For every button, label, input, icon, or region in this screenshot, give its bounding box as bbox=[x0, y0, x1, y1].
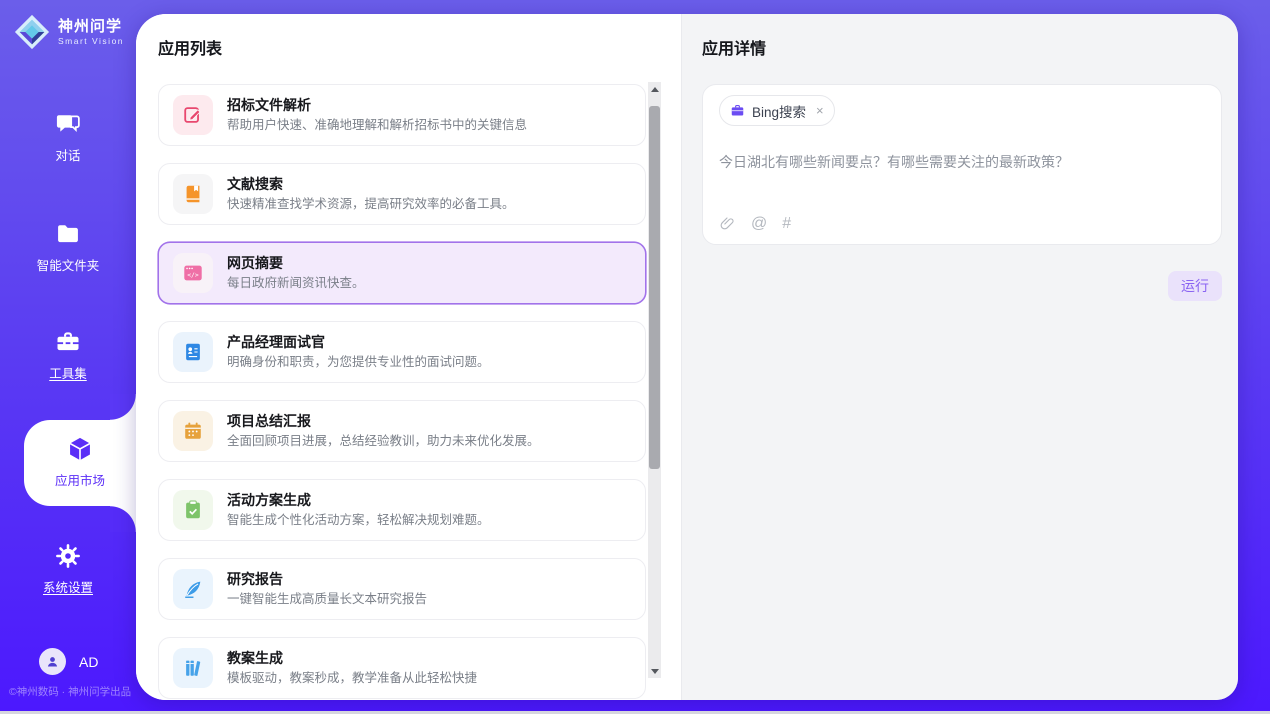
brand-logo: 神州问学 Smart Vision bbox=[13, 13, 124, 51]
input-toolbar: @ # bbox=[719, 215, 791, 232]
app-card-project-summary[interactable]: 项目总结汇报 全面回顾项目进展，总结经验教训，助力未来优化发展。 bbox=[158, 400, 646, 462]
books-icon bbox=[173, 648, 213, 688]
tool-tag-bing-search[interactable]: Bing搜索 × bbox=[719, 95, 835, 126]
brand-tagline: Smart Vision bbox=[58, 36, 124, 46]
sidebar-item-smart-folder[interactable]: 智能文件夹 bbox=[0, 220, 136, 274]
app-list: 招标文件解析 帮助用户快速、准确地理解和解析招标书中的关键信息 文献搜索 bbox=[158, 84, 646, 699]
browser-code-icon: </> bbox=[173, 253, 213, 293]
sidebar-item-label: 智能文件夹 bbox=[0, 255, 136, 274]
sidebar: 神州问学 Smart Vision 对话 智能文件夹 bbox=[0, 0, 136, 711]
app-card-event-plan[interactable]: 活动方案生成 智能生成个性化活动方案，轻松解决规划难题。 bbox=[158, 479, 646, 541]
resume-person-icon bbox=[173, 332, 213, 372]
gear-icon bbox=[54, 542, 82, 570]
sidebar-item-toolset[interactable]: 工具集 bbox=[0, 328, 136, 382]
run-row: 运行 bbox=[702, 271, 1222, 301]
hash-icon[interactable]: # bbox=[782, 215, 791, 232]
app-detail-panel: 应用详情 Bing搜索 × 今日湖北有哪些新闻要点？有哪些需要关注的最新政策？ bbox=[682, 14, 1238, 700]
sidebar-item-label: 对话 bbox=[0, 145, 136, 164]
app-desc: 模板驱动，教案秒成，教学准备从此轻松快捷 bbox=[227, 671, 477, 686]
app-card-research-report[interactable]: 研究报告 一键智能生成高质量长文本研究报告 bbox=[158, 558, 646, 620]
app-name: 招标文件解析 bbox=[227, 97, 527, 114]
tag-close-icon[interactable]: × bbox=[816, 104, 824, 117]
person-icon bbox=[44, 653, 61, 670]
paperclip-icon[interactable] bbox=[719, 215, 736, 232]
copyright-text: ©神州数码 · 神州问学出品 bbox=[9, 684, 139, 699]
app-desc: 一键智能生成高质量长文本研究报告 bbox=[227, 592, 427, 607]
scrollbar-down-button[interactable] bbox=[648, 664, 661, 678]
sidebar-item-app-market[interactable]: 应用市场 bbox=[24, 420, 136, 506]
app-name: 教案生成 bbox=[227, 650, 477, 667]
app-desc: 明确身份和职责，为您提供专业性的面试问题。 bbox=[227, 355, 490, 370]
app-name: 网页摘要 bbox=[227, 255, 365, 272]
app-card-lesson-plan[interactable]: 教案生成 模板驱动，教案秒成，教学准备从此轻松快捷 bbox=[158, 637, 646, 699]
mention-icon[interactable]: @ bbox=[751, 215, 767, 232]
app-card-pm-interviewer[interactable]: 产品经理面试官 明确身份和职责，为您提供专业性的面试问题。 bbox=[158, 321, 646, 383]
cube-icon bbox=[66, 435, 94, 463]
chat-icon bbox=[54, 110, 82, 138]
app-card-bid-analysis[interactable]: 招标文件解析 帮助用户快速、准确地理解和解析招标书中的关键信息 bbox=[158, 84, 646, 146]
toolbox-icon bbox=[54, 328, 82, 356]
scrollbar-up-button[interactable] bbox=[648, 82, 661, 96]
app-desc: 快速精准查找学术资源，提高研究效率的必备工具。 bbox=[227, 197, 515, 212]
svg-text:</>: </> bbox=[187, 271, 199, 279]
scrollbar-thumb[interactable] bbox=[649, 106, 660, 469]
triangle-down-icon bbox=[651, 669, 659, 674]
list-scrollbar[interactable] bbox=[648, 82, 661, 678]
app-card-web-summary-selected[interactable]: </> 网页摘要 每日政府新闻资讯快查。 bbox=[158, 242, 646, 304]
run-button[interactable]: 运行 bbox=[1168, 271, 1222, 301]
app-name: 文献搜索 bbox=[227, 176, 515, 193]
prompt-input-card[interactable]: Bing搜索 × 今日湖北有哪些新闻要点？有哪些需要关注的最新政策？ @ # bbox=[702, 84, 1222, 245]
app-desc: 每日政府新闻资讯快查。 bbox=[227, 276, 365, 291]
book-icon bbox=[173, 174, 213, 214]
app-name: 产品经理面试官 bbox=[227, 334, 490, 351]
app-window: 神州问学 Smart Vision 对话 智能文件夹 bbox=[0, 0, 1270, 714]
sidebar-item-settings[interactable]: 系统设置 bbox=[0, 542, 136, 596]
app-desc: 全面回顾项目进展，总结经验教训，助力未来优化发展。 bbox=[227, 434, 540, 449]
prompt-text[interactable]: 今日湖北有哪些新闻要点？有哪些需要关注的最新政策？ bbox=[719, 152, 1205, 172]
brand-name: 神州问学 bbox=[58, 18, 124, 35]
user-account[interactable]: AD bbox=[39, 648, 98, 675]
app-detail-title: 应用详情 bbox=[702, 40, 1222, 60]
diamond-logo-icon bbox=[13, 13, 51, 51]
main-container: 应用列表 招标文件解析 帮助用户快速、准确地理解和解析招标书中的关键信息 bbox=[136, 14, 1238, 700]
sidebar-item-label: 工具集 bbox=[0, 363, 136, 382]
app-desc: 智能生成个性化活动方案，轻松解决规划难题。 bbox=[227, 513, 490, 528]
clipboard-check-icon bbox=[173, 490, 213, 530]
briefcase-icon bbox=[730, 103, 745, 118]
tool-tag-label: Bing搜索 bbox=[752, 101, 806, 121]
app-desc: 帮助用户快速、准确地理解和解析招标书中的关键信息 bbox=[227, 118, 527, 133]
document-edit-icon bbox=[173, 95, 213, 135]
folder-icon bbox=[54, 220, 82, 248]
app-name: 活动方案生成 bbox=[227, 492, 490, 509]
avatar bbox=[39, 648, 66, 675]
app-card-literature-search[interactable]: 文献搜索 快速精准查找学术资源，提高研究效率的必备工具。 bbox=[158, 163, 646, 225]
app-name: 研究报告 bbox=[227, 571, 427, 588]
sidebar-item-label: 应用市场 bbox=[24, 470, 136, 489]
calendar-report-icon bbox=[173, 411, 213, 451]
app-name: 项目总结汇报 bbox=[227, 413, 540, 430]
app-list-panel: 应用列表 招标文件解析 帮助用户快速、准确地理解和解析招标书中的关键信息 bbox=[136, 14, 682, 700]
ink-pen-icon bbox=[173, 569, 213, 609]
sidebar-item-label: 系统设置 bbox=[0, 577, 136, 596]
app-list-title: 应用列表 bbox=[158, 40, 681, 60]
user-name: AD bbox=[79, 654, 98, 670]
triangle-up-icon bbox=[651, 87, 659, 92]
sidebar-item-chat[interactable]: 对话 bbox=[0, 110, 136, 164]
